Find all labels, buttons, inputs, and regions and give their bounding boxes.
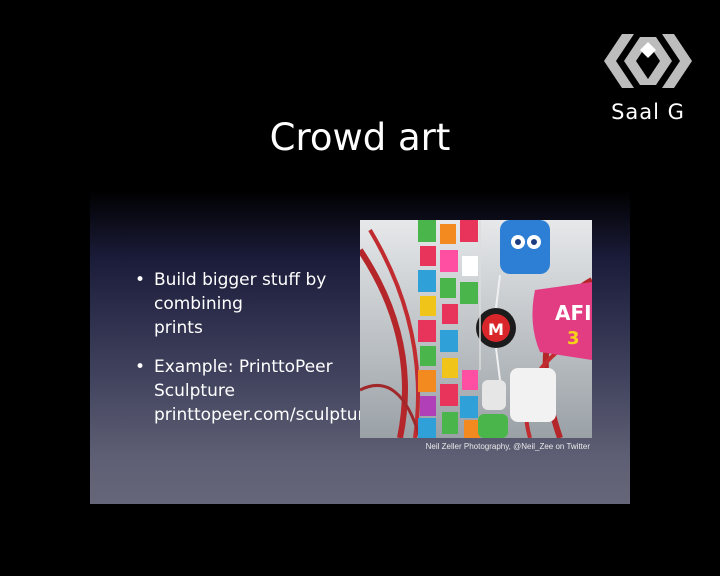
bullet-text: printtopeer.com/sculpture xyxy=(154,405,375,425)
saal-logo-icon xyxy=(604,34,692,88)
photo-sculpture-icon: AFIN 3 M xyxy=(360,220,592,438)
bullet-item: • Build bigger stuff by combining prints xyxy=(135,268,357,340)
bullet-item: • Example: PrinttoPeer Sculpture printto… xyxy=(135,355,375,427)
photo-sign-number: 3 xyxy=(567,328,580,349)
bullet-text: prints xyxy=(154,318,203,338)
bullet-list: • Build bigger stuff by combining prints… xyxy=(135,268,375,442)
slide-title: Crowd art xyxy=(269,116,451,159)
photo-sign-text: AFIN xyxy=(555,301,592,325)
bullet-icon: • xyxy=(135,270,146,290)
sculpture-photo: AFIN 3 M xyxy=(360,220,592,438)
bullet-text: Build bigger stuff by combining xyxy=(154,270,327,314)
photo-credit: Neil Zeller Photography, @Neil_Zee on Tw… xyxy=(425,442,590,451)
bullet-icon: • xyxy=(135,357,146,377)
saal-g-logo: Saal G xyxy=(600,28,696,128)
bullet-text: Example: PrinttoPeer Sculpture xyxy=(154,357,333,401)
photo-logo-letter: M xyxy=(488,320,504,339)
